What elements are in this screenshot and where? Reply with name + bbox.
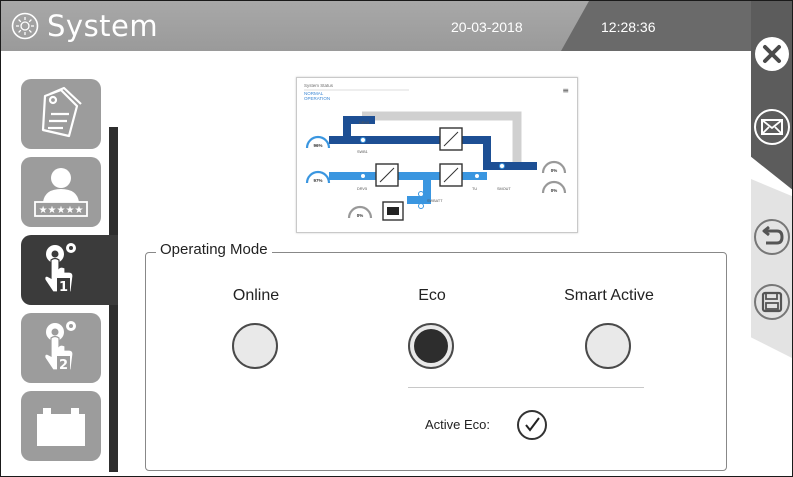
mode-label-smart-active: Smart Active: [564, 287, 654, 304]
battery-icon: [37, 408, 85, 446]
app-window: System 20-03-2018 12:28:36 ★★★★★ 1 2 96%…: [0, 0, 793, 477]
label-swbatt: SWBATT: [427, 199, 443, 203]
gauge-bottom-value: 0%: [357, 213, 364, 218]
date-display: 20-03-2018: [451, 19, 523, 35]
nav-item-battery[interactable]: [21, 391, 101, 461]
gear-hand-2-icon: 2: [44, 321, 76, 373]
system-diagram: 96% 97% 0% 0% 0% DRV8 SWB1 DRV5 TU SMOUT…: [296, 77, 578, 233]
diagram-menu-icon[interactable]: ≡: [562, 86, 569, 95]
user-password-icon: ★★★★★: [34, 168, 88, 217]
save-button[interactable]: [753, 283, 791, 321]
gauge-left-mid-value: 97%: [313, 178, 322, 183]
gear-hand-1-icon: 1: [44, 243, 76, 295]
ups-flow-diagram: 96% 97% 0% 0% 0% DRV8 SWB1 DRV5 TU SMOUT…: [304, 89, 567, 221]
mode-radio-smart-active[interactable]: [585, 323, 631, 369]
label-bypass: DRV8: [359, 121, 369, 125]
label-tl: TU: [472, 187, 477, 191]
gauge-right-top-value: 0%: [551, 168, 558, 173]
label-main2: DRV5: [357, 187, 367, 191]
close-button[interactable]: [753, 35, 791, 73]
svg-text:2: 2: [59, 358, 68, 373]
tag-icon: [41, 86, 82, 138]
system-gear-icon: [11, 12, 39, 40]
nav-item-user-password[interactable]: ★★★★★: [21, 157, 101, 227]
active-eco-label: Active Eco:: [425, 417, 491, 432]
left-nav: ★★★★★ 1 2: [1, 51, 126, 476]
active-eco-checkbox[interactable]: [517, 410, 547, 440]
mail-button[interactable]: [753, 108, 791, 146]
mode-label-eco: Eco: [418, 287, 446, 304]
system-status-label: System Status: [304, 83, 334, 88]
divider: [408, 387, 644, 388]
check-icon: [525, 417, 540, 432]
operating-mode-title: Operating Mode: [156, 241, 272, 258]
time-display: 12:28:36: [601, 19, 656, 35]
time-panel: [561, 1, 751, 51]
nav-item-settings-1[interactable]: 1: [21, 235, 118, 305]
header-bar: System 20-03-2018 12:28:36: [1, 1, 751, 51]
gauge-right-bottom-value: 0%: [551, 188, 558, 193]
undo-button[interactable]: [753, 218, 791, 256]
label-main1: SWB1: [357, 150, 368, 154]
svg-text:1: 1: [59, 280, 68, 295]
nav-item-tags[interactable]: [21, 79, 101, 149]
system-status-value: NORMAL OPERATION: [304, 91, 331, 101]
mode-label-online: Online: [232, 287, 280, 304]
page-title: System: [47, 9, 159, 43]
nav-item-settings-2[interactable]: 2: [21, 313, 101, 383]
right-panel-top: [751, 1, 792, 191]
mode-radio-online[interactable]: [232, 323, 278, 369]
right-panel-bottom: [751, 179, 792, 359]
mode-radio-eco[interactable]: [408, 323, 454, 369]
gauge-left-top-value: 96%: [313, 143, 322, 148]
label-smout: SMOUT: [497, 187, 511, 191]
svg-text:★★★★★: ★★★★★: [39, 205, 84, 216]
